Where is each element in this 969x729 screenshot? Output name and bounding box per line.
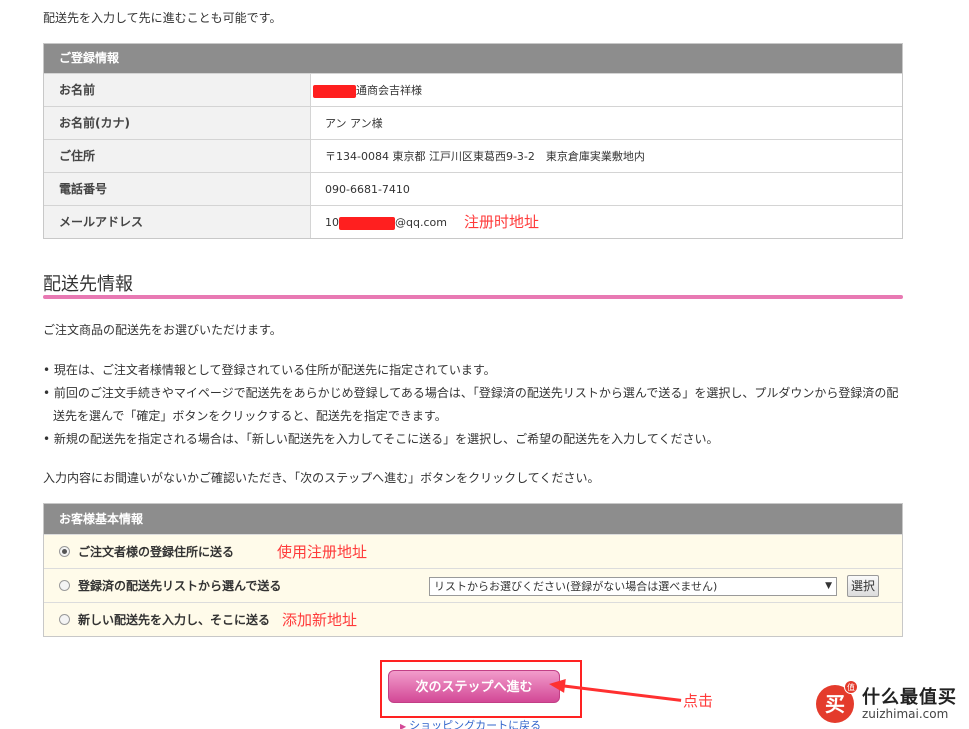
annotation-registered-address: 注册时地址 (464, 213, 540, 231)
redaction-mark (313, 84, 356, 98)
reg-row-name: お名前 通商会吉祥様 (44, 73, 902, 106)
reg-row-kana: お名前(カナ) アン アン様 (44, 106, 902, 139)
customer-options-header: お客様基本情報 (44, 504, 902, 534)
email-suffix: @qq.com (395, 216, 447, 229)
section-title-delivery: 配送先情報 (43, 274, 133, 295)
option-saved-list[interactable]: 登録済の配送先リストから選んで送る リストからお選びください(登録がない場合は選… (44, 568, 902, 602)
reg-row-email: メールアドレス 10 @qq.com 注册时地址 (44, 205, 902, 238)
reg-label-phone: 電話番号 (44, 173, 311, 205)
back-link-label[interactable]: ショッピングカートに戻る (409, 719, 541, 729)
option-label[interactable]: 登録済の配送先リストから選んで送る (78, 577, 281, 594)
radio-registered-address[interactable] (59, 546, 70, 557)
reg-value-phone: 090-6681-7410 (325, 183, 410, 196)
reg-value-email: 10 @qq.com 注册时地址 (311, 206, 902, 238)
watermark-url: zuizhimai.com (862, 707, 949, 721)
reg-value-name: 通商会吉祥様 (311, 74, 902, 106)
annotation-click: 点击 (683, 692, 714, 710)
select-value: リストからお選びください(登録がない場合は選べません) (434, 580, 718, 593)
redaction-mark (339, 216, 395, 230)
reg-value-address: 〒134-0084 東京都 江戸川区東葛西9-3-2 東京倉庫実業敷地内 (325, 150, 645, 163)
annotation-add-new: 添加新地址 (282, 611, 358, 629)
bullet-item: • 新規の配送先を指定される場合は、「新しい配送先を入力してそこに送る」を選択し… (43, 432, 719, 446)
option-label[interactable]: ご注文者様の登録住所に送る (78, 543, 234, 560)
option-label[interactable]: 新しい配送先を入力し、そこに送る (78, 611, 270, 628)
radio-saved-list[interactable] (59, 580, 70, 591)
reg-label-address: ご住所 (44, 140, 311, 172)
registration-table: ご登録情報 お名前 通商会吉祥様 お名前(カナ) アン アン様 ご住所 〒134… (43, 43, 903, 239)
watermark-badge: 值 (844, 680, 858, 694)
reg-row-phone: 電話番号 090-6681-7410 (44, 172, 902, 205)
triangle-right-icon: ▶ (400, 722, 407, 729)
intro-text: 配送先を入力して先に進むことも可能です。 (43, 11, 282, 25)
saved-address-select[interactable]: リストからお選びください(登録がない場合は選べません) ▼ (429, 577, 837, 596)
radio-new-address[interactable] (59, 614, 70, 625)
email-prefix: 10 (325, 216, 339, 229)
reg-row-address: ご住所 〒134-0084 東京都 江戸川区東葛西9-3-2 東京倉庫実業敷地内 (44, 139, 902, 172)
confirm-text: 入力内容にお間違いがないかご確認いただき、「次のステップへ進む」ボタンをクリック… (43, 471, 600, 485)
registration-header: ご登録情報 (44, 44, 902, 73)
bullet-item: • 前回のご注文手続きやマイページで配送先をあらかじめ登録してある場合は、「登録… (43, 386, 899, 423)
next-step-button[interactable]: 次のステップへ進む (388, 670, 560, 703)
annotation-use-registered: 使用注册地址 (277, 543, 368, 561)
dropdown-arrow-icon: ▼ (825, 581, 832, 591)
customer-options-table: お客様基本情報 ご注文者様の登録住所に送る 使用注册地址 登録済の配送先リストか… (43, 503, 903, 637)
back-to-cart-link[interactable]: ▶ ショッピングカートに戻る (400, 717, 541, 729)
annotation-arrow-head-icon (548, 677, 566, 693)
reg-label-email: メールアドレス (44, 206, 311, 238)
name-suffix: 通商会吉祥様 (356, 84, 422, 97)
option-new-address[interactable]: 新しい配送先を入力し、そこに送る 添加新地址 (44, 602, 902, 636)
reg-label-kana: お名前(カナ) (44, 107, 311, 139)
section-divider (43, 295, 903, 299)
delivery-bullets: • 現在は、ご注文者様情報として登録されている住所が配送先に指定されています。 … (43, 359, 908, 451)
reg-value-kana: アン アン様 (325, 117, 383, 130)
option-registered-address[interactable]: ご注文者様の登録住所に送る 使用注册地址 (44, 534, 902, 568)
watermark-name: 什么最值买 (862, 687, 957, 708)
select-button[interactable]: 選択 (847, 575, 879, 597)
bullet-item: • 現在は、ご注文者様情報として登録されている住所が配送先に指定されています。 (43, 363, 496, 377)
delivery-lead: ご注文商品の配送先をお選びいただけます。 (43, 323, 282, 337)
reg-label-name: お名前 (44, 74, 311, 106)
